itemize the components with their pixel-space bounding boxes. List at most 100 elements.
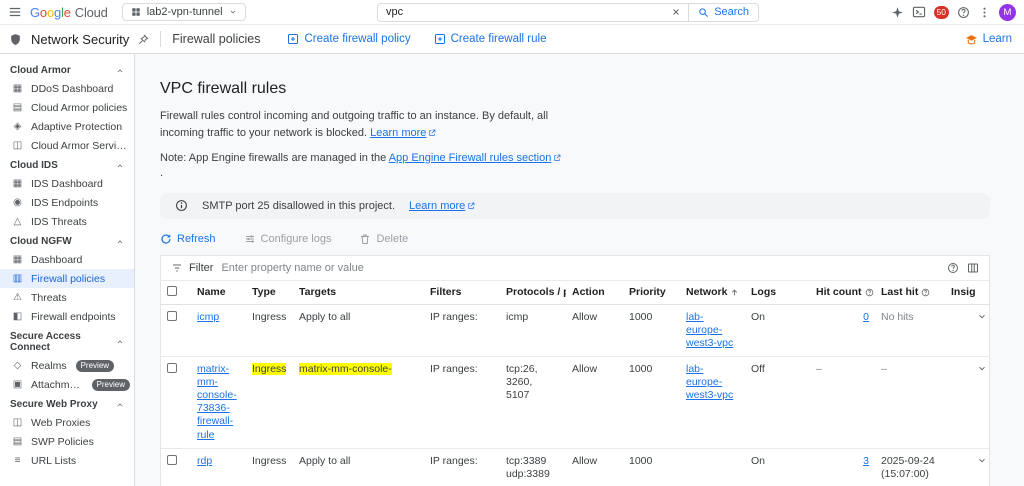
configure-logs-button[interactable]: Configure logs (244, 233, 332, 245)
gemini-sparkle-icon[interactable] (891, 6, 904, 19)
column-label: Protocols / ports (506, 286, 566, 298)
plus-box-icon (434, 33, 446, 45)
page-title: Firewall policies (172, 32, 260, 46)
refresh-button[interactable]: Refresh (160, 233, 216, 245)
column-label: Action (572, 286, 605, 298)
sidebar-section-secure-access-connect[interactable]: Secure Access Connect (0, 326, 134, 356)
filter-button[interactable]: Filter (171, 262, 213, 274)
column-header-action[interactable]: Action (566, 281, 623, 305)
create-firewall-rule-button[interactable]: Create firewall rule (434, 33, 547, 45)
hit-count-link[interactable]: 0 (863, 311, 869, 323)
column-header-filters[interactable]: Filters (424, 281, 500, 305)
column-header-last-hit[interactable]: Last hit (875, 281, 945, 305)
network-link[interactable]: lab-europe-west3-vpc (686, 363, 733, 401)
table-toolbar: Refresh Configure logs Delete (160, 233, 1024, 245)
hit-count-cell: 3 (810, 448, 875, 486)
help-icon[interactable] (957, 6, 970, 19)
sidebar-item-ddos-dashboard[interactable]: ▦DDoS Dashboard (0, 79, 134, 98)
sidebar-section-cloud-ngfw[interactable]: Cloud NGFW (0, 231, 134, 250)
sidebar-item-ids-dashboard[interactable]: ▦IDS Dashboard (0, 174, 134, 193)
row-checkbox[interactable] (167, 455, 177, 465)
table-help-icon[interactable] (947, 262, 959, 274)
delete-button[interactable]: Delete (359, 233, 408, 245)
sidebar-section-secure-web-proxy[interactable]: Secure Web Proxy (0, 394, 134, 413)
column-header-priority[interactable]: Priority (623, 281, 680, 305)
create-firewall-policy-button[interactable]: Create firewall policy (287, 33, 410, 45)
column-header-targets[interactable]: Targets (293, 281, 424, 305)
adaptive-protection-icon: ◈ (11, 121, 24, 132)
column-display-icon[interactable] (967, 262, 979, 274)
column-header-type[interactable]: Type (246, 281, 293, 305)
more-options-icon[interactable] (978, 6, 991, 19)
sidebar-item-dashboard[interactable]: ▦Dashboard (0, 250, 134, 269)
sidebar-item-web-proxies[interactable]: ◫Web Proxies (0, 413, 134, 432)
sidebar-section-cloud-ids[interactable]: Cloud IDS (0, 155, 134, 174)
row-checkbox[interactable] (167, 363, 177, 373)
column-header-name[interactable]: Name (191, 281, 246, 305)
web-proxies-icon: ◫ (11, 417, 24, 428)
column-label: Priority (629, 286, 666, 298)
refresh-icon (160, 233, 172, 245)
sidebar-item-attachments[interactable]: ▣AttachmentsPreview (0, 375, 134, 394)
rule-name-link[interactable]: icmp (197, 311, 219, 323)
sort-ascending-icon (730, 288, 739, 297)
search-input[interactable] (378, 6, 664, 18)
expand-row-icon[interactable] (977, 311, 987, 322)
notifications-badge[interactable]: 50 (934, 6, 949, 19)
table-row-matrix-mm-console-73836-firewall-rule: matrix-mm-console-73836-firewall-rule Ing… (161, 356, 989, 448)
row-checkbox[interactable] (167, 311, 177, 321)
rule-name-link[interactable]: rdp (197, 455, 212, 467)
type-value: Ingress (252, 363, 286, 375)
menu-icon[interactable] (8, 5, 22, 19)
column-header-protocols-ports[interactable]: Protocols / ports (500, 281, 566, 305)
select-all-checkbox[interactable] (167, 286, 177, 296)
filter-input[interactable] (221, 262, 939, 274)
sidebar-item-swp-policies[interactable]: ▤SWP Policies (0, 432, 134, 451)
column-header-network[interactable]: Network (680, 281, 745, 305)
learn-more-link[interactable]: Learn more (370, 127, 436, 139)
sidebar-section-cloud-armor[interactable]: Cloud Armor (0, 60, 134, 79)
clear-search-icon[interactable] (664, 7, 688, 17)
sidebar-item-realms[interactable]: ◇RealmsPreview (0, 356, 134, 375)
sidebar-item-cloud-armor-service-tier[interactable]: ◫Cloud Armor Service Tier (0, 136, 134, 155)
insights-cell (945, 448, 975, 486)
note-period: . (160, 167, 1024, 179)
sidebar-item-threats[interactable]: ⚠Threats (0, 288, 134, 307)
row-select-cell (161, 448, 191, 486)
rule-name-link[interactable]: matrix-mm-console-73836-firewall-rule (197, 363, 237, 441)
column-header-insights[interactable]: Insights (945, 281, 975, 305)
sidebar-item-firewall-endpoints[interactable]: ◧Firewall endpoints (0, 307, 134, 326)
insights-cell (945, 356, 975, 448)
sidebar-item-firewall-policies[interactable]: ▥Firewall policies (0, 269, 134, 288)
pin-icon[interactable] (138, 34, 149, 45)
url-lists-icon: ≡ (11, 455, 24, 466)
project-selector[interactable]: lab2-vpn-tunnel (122, 3, 246, 21)
trash-icon (359, 233, 371, 245)
priority-cell: 1000 (623, 304, 680, 356)
google-cloud-logo[interactable]: Google Cloud (30, 5, 108, 20)
logo-letter: o (47, 5, 54, 20)
column-header-logs[interactable]: Logs (745, 281, 810, 305)
column-header-hit-count[interactable]: Hit count (810, 281, 875, 305)
expand-row-icon[interactable] (977, 455, 987, 466)
threats-icon: ⚠ (11, 292, 24, 303)
app-engine-firewall-link[interactable]: App Engine Firewall rules section (389, 152, 562, 164)
logo-letter: g (54, 5, 61, 20)
plus-box-icon (287, 33, 299, 45)
avatar[interactable]: M (999, 4, 1016, 21)
hit-count-link[interactable]: 3 (863, 455, 869, 467)
search-button[interactable]: Search (688, 4, 758, 21)
cloud-shell-icon[interactable] (912, 5, 926, 19)
sidebar-item-ids-endpoints[interactable]: ◉IDS Endpoints (0, 193, 134, 212)
learn-button[interactable]: Learn (965, 33, 1012, 46)
sidebar-item-cloud-armor-policies[interactable]: ▤Cloud Armor policies (0, 98, 134, 117)
hit-count-cell: – (810, 356, 875, 448)
sidebar-item-ids-threats[interactable]: △IDS Threats (0, 212, 134, 231)
armor-policies-icon: ▤ (11, 102, 24, 113)
banner-learn-more-link[interactable]: Learn more (409, 200, 475, 212)
network-link[interactable]: lab-europe-west3-vpc (686, 311, 733, 349)
expand-row-icon[interactable] (977, 363, 987, 374)
sidebar-item-adaptive-protection[interactable]: ◈Adaptive Protection (0, 117, 134, 136)
sidebar-item-url-lists[interactable]: ≡URL Lists (0, 451, 134, 470)
targets-cell: Apply to all (293, 448, 424, 486)
